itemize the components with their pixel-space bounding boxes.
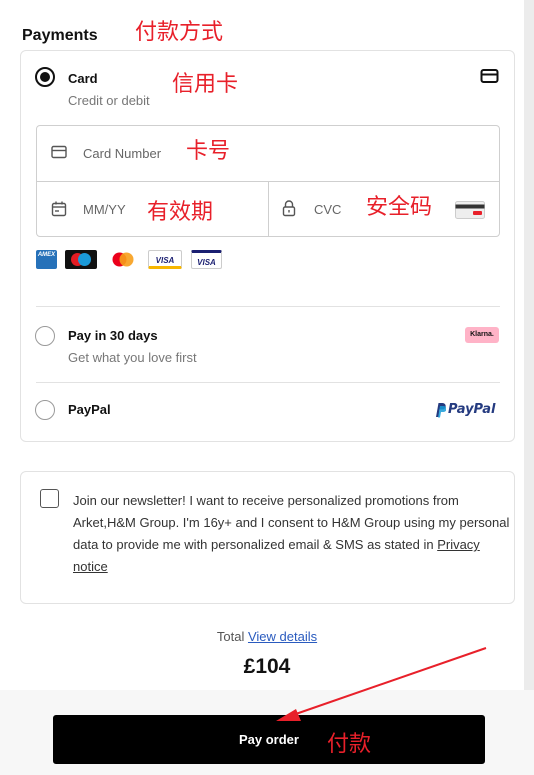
annotation-security-code: 安全码 — [366, 195, 433, 220]
cvc-card-icon — [455, 201, 485, 219]
options-divider-2 — [36, 382, 500, 383]
card-radio[interactable] — [35, 67, 55, 87]
total-amount: £104 — [243, 655, 291, 678]
view-details-link[interactable]: View details — [248, 629, 317, 644]
payments-heading: Payments — [22, 27, 98, 44]
pay-in-30-days-radio[interactable] — [35, 326, 55, 346]
paypal-logo: PayPal — [448, 402, 496, 417]
card-number-placeholder: Card Number — [83, 146, 162, 161]
klarna-badge: Klarna. — [465, 327, 499, 343]
card-icon — [480, 69, 499, 83]
pay-in-30-days-subtitle: Get what you love first — [68, 350, 197, 365]
expiry-placeholder: MM/YY — [83, 202, 126, 217]
annotation-credit-card: 信用卡 — [172, 72, 239, 97]
card-option-title: Card — [68, 71, 98, 86]
calendar-icon — [51, 201, 67, 217]
annotation-payment-method: 付款方式 — [135, 20, 224, 45]
visa-electron-logo: VISA — [191, 250, 222, 269]
mastercard-logo — [112, 252, 134, 267]
amex-logo: AMEX — [36, 250, 57, 269]
pay-order-button[interactable]: Pay order — [53, 715, 485, 764]
lock-icon — [282, 200, 296, 217]
card-number-icon — [51, 145, 67, 159]
card-option-subtitle: Credit or debit — [68, 93, 150, 108]
scroll-gutter — [524, 0, 534, 690]
visa-logo: VISA — [148, 250, 182, 269]
cvc-placeholder: CVC — [314, 202, 342, 217]
total-line: Total View details — [0, 629, 534, 644]
annotation-card-number: 卡号 — [186, 139, 231, 164]
paypal-p-icon — [436, 403, 446, 418]
newsletter-text: Join our newsletter! I want to receive p… — [73, 490, 511, 578]
pay-in-30-days-title: Pay in 30 days — [68, 328, 158, 343]
annotation-expiry: 有效期 — [147, 200, 214, 225]
maestro-logo — [65, 250, 97, 269]
payment-options-box — [20, 50, 515, 442]
paypal-title: PayPal — [68, 402, 111, 417]
total-label: Total — [216, 629, 245, 644]
annotation-pay: 付款 — [327, 732, 372, 757]
options-divider — [36, 306, 500, 307]
newsletter-checkbox[interactable] — [40, 489, 59, 508]
paypal-radio[interactable] — [35, 400, 55, 420]
